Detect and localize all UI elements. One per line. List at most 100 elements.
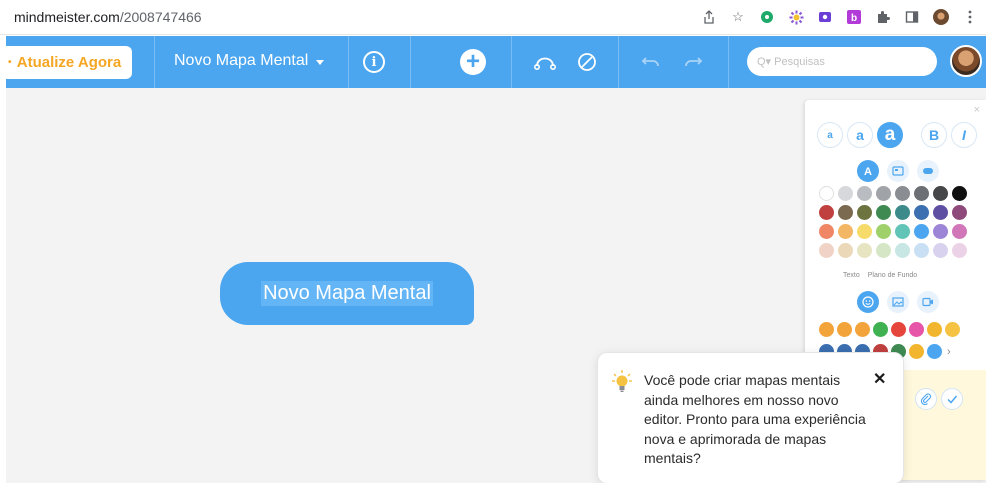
emoji-icon[interactable] <box>819 322 834 337</box>
color-swatch[interactable] <box>895 205 910 220</box>
color-swatch[interactable] <box>933 186 948 201</box>
root-topic-text[interactable]: Novo Mapa Mental <box>261 281 433 306</box>
toolbar-divider <box>154 36 155 88</box>
map-title-dropdown[interactable]: Novo Mapa Mental <box>174 52 325 70</box>
video-tab[interactable] <box>917 291 939 313</box>
screen-record-icon[interactable] <box>817 9 833 25</box>
attachment-button[interactable] <box>915 388 937 410</box>
emoji-icon[interactable] <box>927 322 942 337</box>
extension-purple-icon[interactable] <box>788 9 804 25</box>
emoji-icon[interactable] <box>909 344 924 359</box>
emoji-icon[interactable] <box>927 344 942 359</box>
text-color-tab[interactable]: A <box>857 160 879 182</box>
color-legend: Texto Plano de Fundo <box>843 272 917 279</box>
url-host: mindmeister.com <box>14 9 120 25</box>
color-target-tabs: A <box>857 160 939 182</box>
color-swatch[interactable] <box>819 243 834 258</box>
color-swatch[interactable] <box>838 224 853 239</box>
star-icon[interactable]: ☆ <box>730 9 746 25</box>
sidebar-icon[interactable] <box>904 9 920 25</box>
italic-button[interactable]: I <box>951 122 977 148</box>
color-swatch[interactable] <box>914 243 929 258</box>
map-title: Novo Mapa Mental <box>174 52 309 69</box>
add-topic-button[interactable]: + <box>460 49 486 75</box>
search-box[interactable] <box>747 47 937 76</box>
color-swatch[interactable] <box>876 205 891 220</box>
color-swatch[interactable] <box>819 205 834 220</box>
emoji-icon[interactable] <box>873 322 888 337</box>
task-button[interactable] <box>941 388 963 410</box>
color-swatch[interactable] <box>952 243 967 258</box>
redo-button[interactable] <box>680 49 706 75</box>
color-swatch[interactable] <box>857 186 872 201</box>
font-size-large-button[interactable]: a <box>877 122 903 148</box>
mindmeister-page: mindmeister.com/2008747466 ☆ b • Atualiz… <box>0 0 986 483</box>
font-size-medium-button[interactable]: a <box>847 122 873 148</box>
color-swatch[interactable] <box>819 186 834 201</box>
node-shape-tab[interactable] <box>887 160 909 182</box>
menu-icon[interactable] <box>962 9 978 25</box>
color-swatch[interactable] <box>857 205 872 220</box>
color-swatch[interactable] <box>876 186 891 201</box>
color-swatch[interactable] <box>895 186 910 201</box>
chevron-right-icon[interactable]: › <box>947 346 951 358</box>
font-size-row: a a a B I <box>817 122 977 148</box>
color-swatch[interactable] <box>838 243 853 258</box>
emoji-tab[interactable] <box>857 291 879 313</box>
connect-button[interactable] <box>532 49 558 75</box>
close-icon[interactable]: ✕ <box>873 369 886 389</box>
text-color-icon: A <box>864 166 872 177</box>
svg-text:A: A <box>864 166 872 177</box>
emoji-icon[interactable] <box>891 322 906 337</box>
url-path: /2008747466 <box>119 9 202 25</box>
color-swatch[interactable] <box>914 224 929 239</box>
emoji-icon[interactable] <box>855 322 870 337</box>
color-swatch[interactable] <box>819 224 834 239</box>
search-input[interactable] <box>757 55 907 68</box>
color-swatch[interactable] <box>933 224 948 239</box>
color-swatch[interactable] <box>876 224 891 239</box>
toolbar-divider <box>410 36 411 88</box>
color-swatch[interactable] <box>952 224 967 239</box>
connection-icon <box>533 57 556 71</box>
color-swatch[interactable] <box>857 224 872 239</box>
border-tab[interactable] <box>917 160 939 182</box>
upgrade-label: Atualize Agora <box>16 54 122 71</box>
color-swatch[interactable] <box>876 243 891 258</box>
profile-avatar[interactable] <box>933 9 949 25</box>
color-swatch[interactable] <box>838 186 853 201</box>
undo-button[interactable] <box>638 49 664 75</box>
emoji-icon[interactable] <box>909 322 924 337</box>
clear-style-button[interactable] <box>574 49 600 75</box>
toolbar-divider <box>511 36 512 88</box>
attachment-icon <box>920 393 932 405</box>
color-swatch[interactable] <box>952 186 967 201</box>
image-tab[interactable] <box>887 291 909 313</box>
puzzle-icon[interactable] <box>875 9 891 25</box>
color-swatch[interactable] <box>895 243 910 258</box>
color-swatch[interactable] <box>914 186 929 201</box>
font-size-small-button[interactable]: a <box>817 122 843 148</box>
emoji-icon[interactable] <box>837 322 852 337</box>
color-swatch[interactable] <box>838 205 853 220</box>
upgrade-button[interactable]: • Atualize Agora <box>6 46 132 79</box>
color-swatch[interactable] <box>933 205 948 220</box>
color-swatch[interactable] <box>895 224 910 239</box>
share-icon[interactable] <box>701 9 717 25</box>
user-avatar[interactable] <box>950 45 982 77</box>
info-button[interactable]: i <box>361 49 387 75</box>
url-text[interactable]: mindmeister.com/2008747466 <box>14 9 202 25</box>
color-swatch[interactable] <box>952 205 967 220</box>
root-topic-node[interactable]: Novo Mapa Mental <box>220 262 474 325</box>
prohibit-icon <box>578 53 596 71</box>
toolbar-divider <box>618 36 619 88</box>
close-icon[interactable]: × <box>974 104 980 116</box>
emoji-icon[interactable] <box>945 322 960 337</box>
color-swatch[interactable] <box>933 243 948 258</box>
bold-button[interactable]: B <box>921 122 947 148</box>
browser-address-bar[interactable]: mindmeister.com/2008747466 ☆ b <box>0 0 986 35</box>
color-swatch[interactable] <box>914 205 929 220</box>
color-swatch[interactable] <box>857 243 872 258</box>
extension-green-icon[interactable] <box>759 9 775 25</box>
bitly-icon[interactable]: b <box>846 9 862 25</box>
